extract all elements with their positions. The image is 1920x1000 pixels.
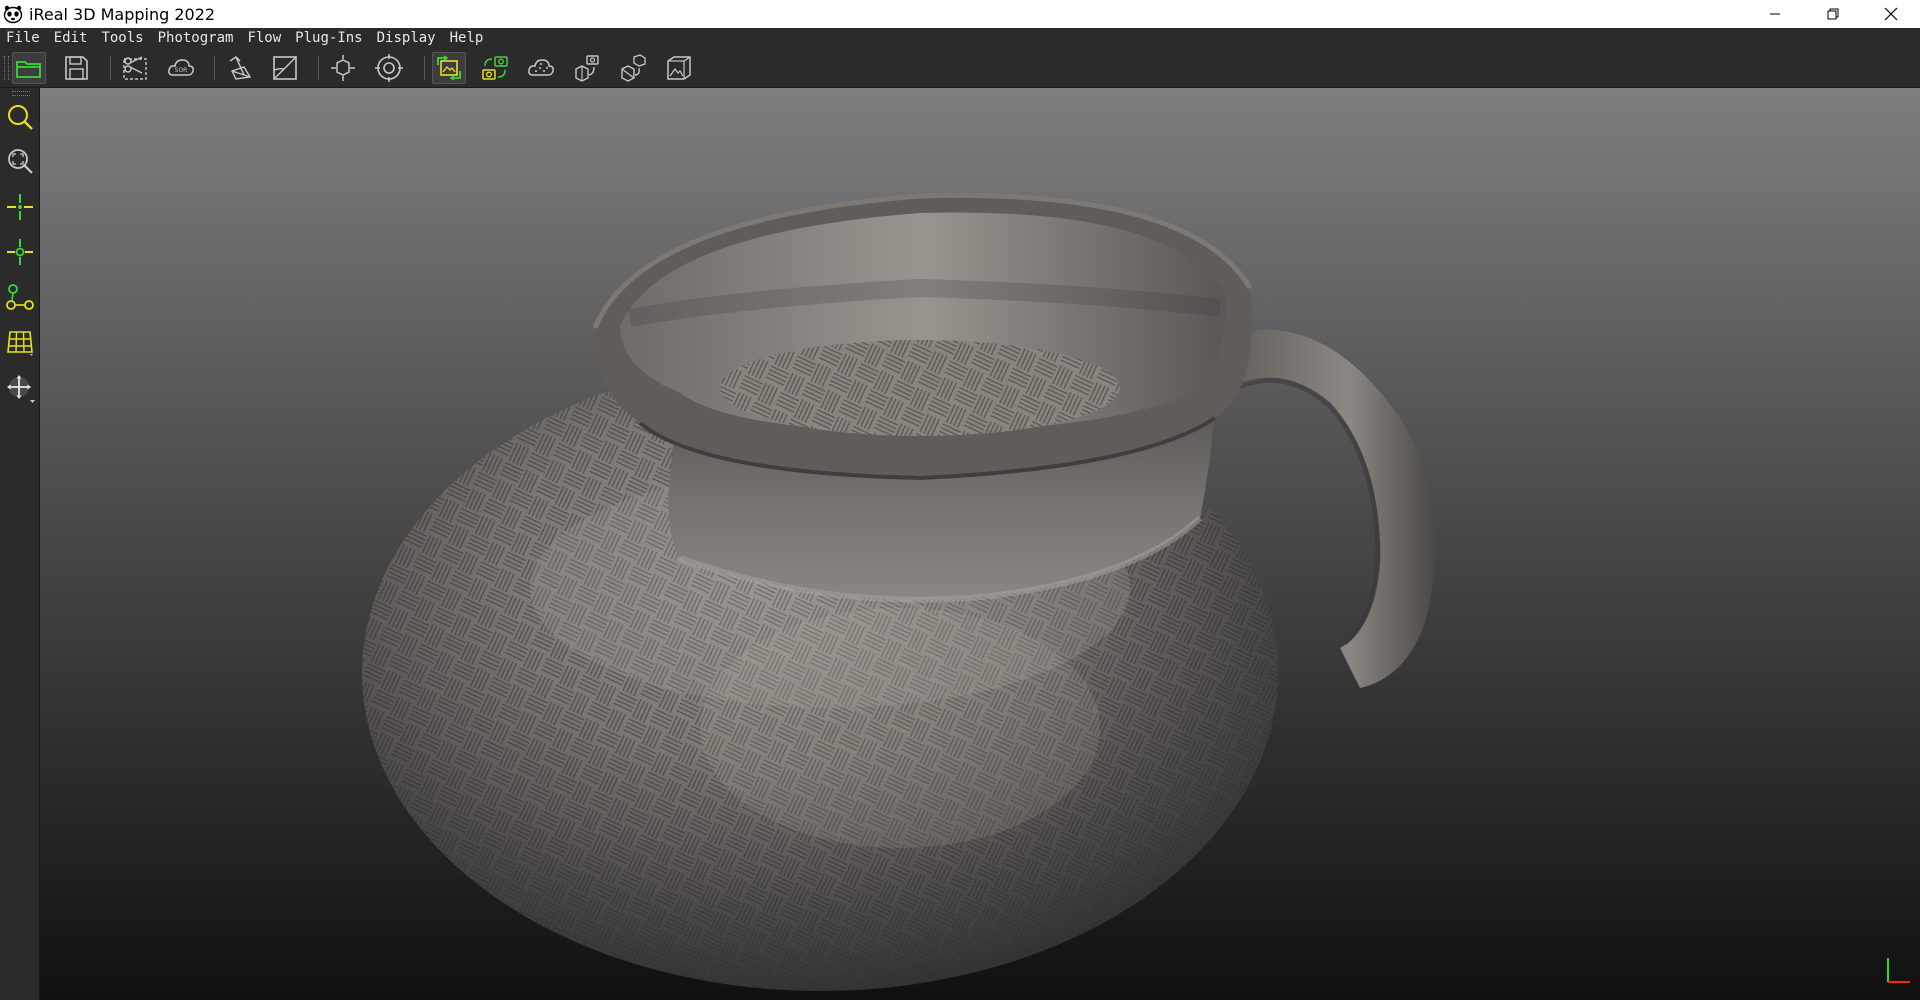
zoom-fit-icon	[8, 149, 33, 174]
camera-sync-button[interactable]	[478, 52, 512, 84]
menu-file[interactable]: File	[6, 28, 40, 48]
menu-tools[interactable]: Tools	[101, 28, 143, 48]
add-point-icon	[7, 194, 33, 220]
grid-plane-icon	[7, 331, 33, 356]
axis-gizmo	[1887, 958, 1910, 983]
toolbar-separator	[318, 56, 319, 80]
crop-scissors-icon	[123, 56, 147, 80]
mesh-tool-icon	[229, 56, 252, 80]
zoom-fit-button[interactable]	[2, 144, 38, 180]
grid-plane-button[interactable]	[2, 324, 38, 360]
measure-points-button[interactable]	[2, 279, 38, 315]
minimize-icon	[1770, 13, 1780, 15]
restore-icon	[1827, 8, 1839, 20]
center-target-icon	[375, 54, 403, 82]
add-point-button[interactable]	[2, 189, 38, 225]
minimize-button[interactable]	[1746, 0, 1804, 28]
zoom-button[interactable]	[2, 100, 38, 136]
3d-viewport[interactable]	[40, 88, 1920, 1000]
zoom-icon	[8, 105, 33, 130]
fit-view-button[interactable]	[326, 52, 360, 84]
camera-sync-icon	[482, 56, 508, 80]
open-button[interactable]	[12, 52, 46, 84]
photo-align-icon	[437, 55, 461, 81]
select-point-button[interactable]	[2, 234, 38, 270]
toolbar-grip[interactable]	[4, 56, 9, 80]
main-toolbar: SOR	[0, 48, 1920, 88]
window-title: iReal 3D Mapping 2022	[29, 4, 216, 24]
move-tool-icon	[7, 375, 35, 403]
menu-photogram[interactable]: Photogram	[158, 28, 234, 48]
crop-button[interactable]	[118, 52, 152, 84]
plane-cut-button[interactable]	[268, 52, 302, 84]
measure-points-icon	[6, 284, 34, 310]
texture-map-button[interactable]	[662, 52, 696, 84]
fit-view-icon	[331, 55, 355, 81]
select-point-icon	[7, 239, 33, 265]
menu-display[interactable]: Display	[377, 28, 436, 48]
photo-align-button[interactable]	[432, 52, 466, 84]
pottery-jar-model	[362, 192, 1436, 991]
close-icon	[1884, 7, 1898, 21]
move-tool-button[interactable]	[2, 370, 38, 406]
restore-button[interactable]	[1804, 0, 1862, 28]
point-cloud-icon	[528, 59, 554, 76]
camera-mesh-icon	[575, 55, 599, 82]
close-button[interactable]	[1862, 0, 1920, 28]
menu-edit[interactable]: Edit	[54, 28, 88, 48]
left-toolbar	[0, 88, 40, 1000]
sor-filter-button[interactable]: SOR	[164, 52, 198, 84]
sor-cloud-icon: SOR	[168, 59, 194, 76]
model-build-button[interactable]	[616, 52, 650, 84]
app-logo-icon	[3, 5, 23, 24]
menu-help[interactable]: Help	[450, 28, 484, 48]
menu-flow[interactable]: Flow	[247, 28, 281, 48]
plane-cut-icon	[273, 56, 297, 80]
mesh-tool-button[interactable]	[222, 52, 256, 84]
open-folder-icon	[16, 61, 41, 78]
toolbar-separator	[214, 56, 215, 80]
left-toolbar-grip[interactable]	[12, 91, 30, 96]
menu-plug-ins[interactable]: Plug-Ins	[295, 28, 362, 48]
camera-mesh-button[interactable]	[570, 52, 604, 84]
save-button[interactable]	[59, 52, 93, 84]
center-target-button[interactable]	[372, 52, 406, 84]
save-icon	[65, 56, 88, 80]
menu-bar: File Edit Tools Photogram Flow Plug-Ins …	[0, 28, 1920, 48]
texture-map-icon	[667, 56, 691, 80]
title-bar: iReal 3D Mapping 2022	[0, 0, 1920, 28]
toolbar-separator	[110, 56, 111, 80]
toolbar-separator	[424, 56, 425, 80]
svg-text:SOR: SOR	[175, 67, 188, 74]
point-cloud-button[interactable]	[524, 52, 558, 84]
model-build-icon	[621, 54, 646, 82]
